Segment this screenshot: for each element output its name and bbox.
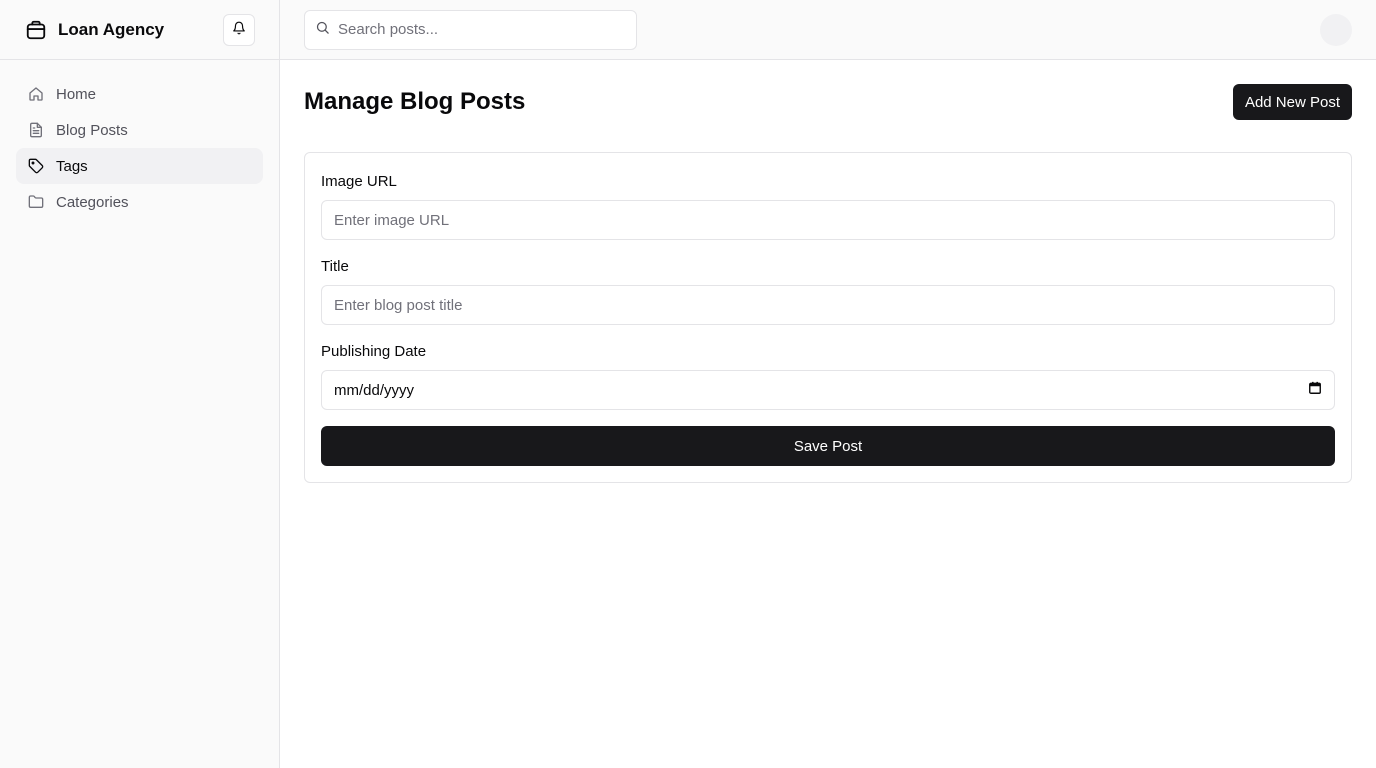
calendar-icon[interactable] <box>1308 381 1322 399</box>
save-post-button[interactable]: Save Post <box>321 426 1335 466</box>
sidebar-nav: Home Blog Posts Tags Categories <box>0 60 279 236</box>
sidebar-item-categories[interactable]: Categories <box>16 184 263 220</box>
file-text-icon <box>28 122 44 138</box>
sidebar-item-label: Home <box>56 85 97 103</box>
page-title: Manage Blog Posts <box>304 88 526 115</box>
app-root: Loan Agency Home Blog Posts Tags Categor… <box>0 0 1376 768</box>
post-form-card: Image URL Title Publishing Date mm/dd/yy… <box>304 152 1352 483</box>
sidebar-item-label: Blog Posts <box>56 121 128 139</box>
page-header: Manage Blog Posts Add New Post <box>304 84 1352 120</box>
bell-icon <box>232 21 246 38</box>
main-area: Manage Blog Posts Add New Post Image URL… <box>280 0 1376 768</box>
avatar[interactable] <box>1320 13 1352 46</box>
add-new-post-button[interactable]: Add New Post <box>1232 84 1352 120</box>
search-box[interactable] <box>304 9 637 50</box>
search-input[interactable] <box>338 21 626 38</box>
sidebar-header: Loan Agency <box>0 0 279 60</box>
tag-icon <box>28 158 44 174</box>
home-icon <box>28 86 44 102</box>
image-url-input[interactable] <box>321 200 1335 240</box>
sidebar-item-label: Tags <box>56 157 88 175</box>
sidebar-item-label: Categories <box>56 193 129 211</box>
folder-icon <box>28 194 44 210</box>
image-url-label: Image URL <box>321 173 397 190</box>
content: Manage Blog Posts Add New Post Image URL… <box>280 60 1376 507</box>
notifications-button[interactable] <box>223 13 255 46</box>
title-input[interactable] <box>321 285 1335 325</box>
sidebar-item-blog-posts[interactable]: Blog Posts <box>16 112 263 148</box>
publishing-date-label: Publishing Date <box>321 343 427 360</box>
topbar <box>280 0 1376 60</box>
search-icon <box>315 20 330 40</box>
title-label: Title <box>321 258 349 275</box>
brand[interactable]: Loan Agency <box>24 18 164 42</box>
sidebar-item-tags[interactable]: Tags <box>16 148 263 184</box>
box-icon <box>24 18 48 42</box>
brand-name: Loan Agency <box>58 19 165 39</box>
date-placeholder: mm/dd/yyyy <box>334 381 415 399</box>
publishing-date-input[interactable]: mm/dd/yyyy <box>321 370 1335 410</box>
sidebar: Loan Agency Home Blog Posts Tags Categor… <box>0 0 280 768</box>
sidebar-item-home[interactable]: Home <box>16 76 263 112</box>
